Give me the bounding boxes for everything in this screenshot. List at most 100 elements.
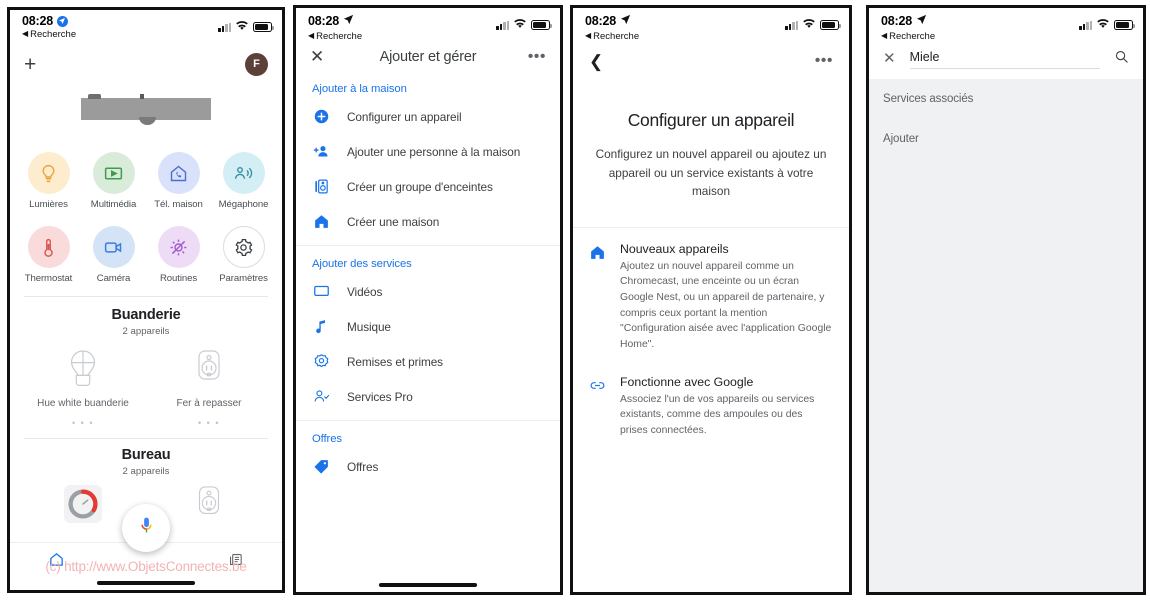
wifi-icon: [513, 16, 527, 34]
quick-action-label: Thermostat: [24, 273, 73, 284]
status-back-label: Recherche: [30, 29, 77, 40]
overflow-menu-icon[interactable]: •••: [524, 48, 546, 65]
menu-item-musique[interactable]: Musique: [296, 309, 560, 344]
status-back-label: Recherche: [593, 31, 640, 42]
battery-icon: [531, 20, 553, 30]
search-result-services-associes[interactable]: Services associés: [869, 79, 1143, 119]
dial-thumbnail-icon: [62, 483, 104, 530]
menu-item-groupe-enceintes[interactable]: Créer un groupe d'enceintes: [296, 169, 560, 204]
back-triangle-icon: ◀: [881, 31, 888, 40]
room-device-list: Hue white buanderie • • • Fer à repasser…: [10, 337, 282, 428]
quick-action-label: Caméra: [96, 273, 131, 284]
battery-icon: [820, 20, 842, 30]
media-play-icon: [92, 152, 135, 194]
location-arrow-icon: [916, 12, 927, 30]
thermometer-icon: [27, 226, 70, 268]
avatar[interactable]: F: [245, 52, 268, 76]
status-right: [785, 12, 842, 34]
clear-search-icon[interactable]: ✕: [883, 51, 896, 66]
section-divider: [24, 438, 268, 439]
music-note-icon: [312, 318, 331, 335]
status-right: [218, 14, 275, 36]
quick-action-lumieres[interactable]: Lumières: [16, 146, 81, 220]
location-badge-icon: [56, 15, 68, 27]
assistant-mic-button[interactable]: [122, 504, 170, 552]
section-header-ajouter-maison: Ajouter à la maison: [312, 83, 407, 95]
tv-icon: [312, 283, 331, 300]
search-results-list: Services associés Ajouter: [869, 79, 1143, 159]
home-filled-icon: [589, 242, 606, 353]
video-camera-icon: [92, 226, 135, 268]
search-result-ajouter[interactable]: Ajouter: [869, 119, 1143, 159]
page-title: Configurer un appareil: [627, 110, 795, 130]
menu-item-ajouter-personne[interactable]: Ajouter une personne à la maison: [296, 134, 560, 169]
quick-action-multimedia[interactable]: Multimédia: [81, 146, 146, 220]
menu-item-label: Remises et primes: [347, 354, 443, 369]
device-more-dots[interactable]: • • •: [198, 418, 220, 428]
back-triangle-icon: ◀: [585, 31, 592, 40]
microphone-icon: [137, 516, 156, 540]
back-chevron-icon[interactable]: ❮: [589, 53, 603, 70]
quick-action-parametres[interactable]: Paramètres: [211, 220, 276, 294]
battery-icon: [1114, 20, 1136, 30]
setup-option-nouveaux-appareils[interactable]: Nouveaux appareils Ajoutez un nouvel app…: [573, 228, 849, 357]
menu-item-label: Configurer un appareil: [347, 109, 462, 124]
quick-action-label: Mégaphone: [218, 199, 269, 210]
cellular-signal-icon: [218, 22, 231, 32]
quick-action-megaphone[interactable]: Mégaphone: [211, 146, 276, 220]
status-back-link[interactable]: ◀ Recherche: [881, 31, 935, 42]
lightbulb-icon: [27, 152, 70, 194]
wifi-icon: [1096, 16, 1110, 34]
section-divider: [296, 420, 560, 421]
quick-action-label: Lumières: [29, 199, 68, 210]
person-add-icon: [312, 143, 331, 160]
add-device-button[interactable]: +: [24, 54, 36, 75]
phone-panel-home: 08:28 ◀ Recherche + F Lumières Multimédi…: [7, 7, 285, 593]
outlet-outline-icon: [190, 345, 228, 393]
status-time: 08:28: [585, 14, 616, 28]
status-back-link[interactable]: ◀ Recherche: [585, 31, 639, 42]
setup-option-fonctionne-avec-google[interactable]: Fonctionne avec Google Associez l'un de …: [573, 357, 849, 443]
quick-action-camera[interactable]: Caméra: [81, 220, 146, 294]
room-title: Bureau: [121, 447, 171, 463]
status-back-link[interactable]: ◀ Recherche: [22, 29, 76, 40]
quick-action-thermostat[interactable]: Thermostat: [16, 220, 81, 294]
rewards-icon: [312, 353, 331, 370]
device-more-dots[interactable]: • • •: [72, 418, 94, 428]
status-right: [1079, 12, 1136, 34]
status-left: 08:28 ◀ Recherche: [308, 12, 362, 42]
quick-action-routines[interactable]: Routines: [146, 220, 211, 294]
setup-option-title: Nouveaux appareils: [620, 241, 729, 256]
menu-item-configurer-appareil[interactable]: Configurer un appareil: [296, 99, 560, 134]
home-indicator: [97, 581, 195, 585]
overflow-menu-icon[interactable]: •••: [815, 53, 833, 69]
quick-action-tel-maison[interactable]: Tél. maison: [146, 146, 211, 220]
magnifier-icon[interactable]: [1114, 49, 1129, 69]
menu-item-offres[interactable]: Offres: [296, 449, 560, 484]
phone-panel-add-manage: 08:28 ◀ Recherche ✕ Ajouter et gérer •••…: [293, 5, 563, 595]
home-phone-icon: [157, 152, 200, 194]
status-back-label: Recherche: [889, 31, 936, 42]
menu-item-remises-primes[interactable]: Remises et primes: [296, 344, 560, 379]
status-left: 08:28 ◀ Recherche: [22, 14, 76, 40]
menu-item-videos[interactable]: Vidéos: [296, 274, 560, 309]
setup-hero: Configurer un appareil Configurez un nou…: [573, 74, 849, 227]
phone-panel-search: 08:28 ◀ Recherche ✕ Miele Services assoc…: [866, 5, 1146, 595]
menu-item-label: Musique: [347, 319, 391, 334]
menu-item-label: Services Pro: [347, 389, 413, 404]
add-manage-header: ✕ Ajouter et gérer •••: [296, 42, 560, 77]
wifi-icon: [802, 16, 816, 34]
status-bar-search: 08:28 ◀ Recherche: [869, 8, 1143, 42]
search-input[interactable]: [909, 48, 1100, 69]
page-title: Ajouter et gérer: [379, 48, 477, 65]
close-icon[interactable]: ✕: [310, 48, 332, 65]
device-card[interactable]: Hue white buanderie • • •: [20, 345, 146, 428]
menu-item-label: Vidéos: [347, 284, 383, 299]
device-card[interactable]: Fer à repasser • • •: [146, 345, 272, 428]
page-subtitle: Configurez un nouvel appareil ou ajoutez…: [595, 147, 827, 199]
status-back-link[interactable]: ◀ Recherche: [308, 31, 362, 42]
location-arrow-icon: [620, 12, 631, 30]
menu-item-services-pro[interactable]: Services Pro: [296, 379, 560, 414]
back-triangle-icon: ◀: [308, 31, 315, 40]
menu-item-creer-maison[interactable]: Créer une maison: [296, 204, 560, 239]
